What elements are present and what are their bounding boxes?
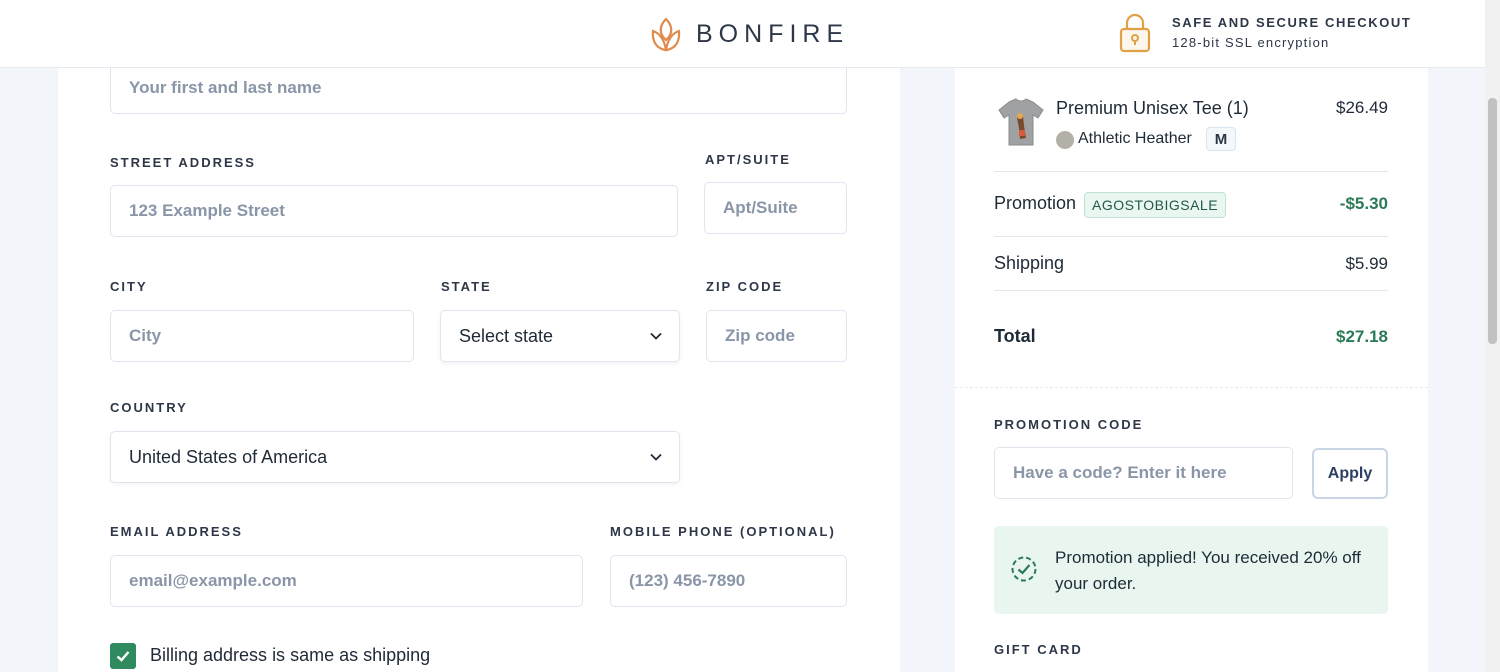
lock-icon <box>1119 13 1151 53</box>
email-input[interactable] <box>110 555 583 607</box>
city-input[interactable] <box>110 310 414 362</box>
country-select-value: United States of America <box>129 446 328 467</box>
divider <box>994 171 1388 172</box>
mobile-phone-input[interactable] <box>610 555 847 607</box>
brand-name: BONFIRE <box>696 19 850 48</box>
email-label: EMAIL ADDRESS <box>110 524 243 539</box>
full-name-input[interactable] <box>110 62 847 114</box>
secure-checkout-notice: SAFE AND SECURE CHECKOUT 128-bit SSL enc… <box>1118 12 1411 54</box>
chevron-down-icon <box>650 453 662 461</box>
size-badge: M <box>1206 127 1236 151</box>
state-select[interactable]: Select state <box>440 310 680 362</box>
state-label: STATE <box>441 279 492 294</box>
divider <box>994 236 1388 237</box>
street-address-input[interactable] <box>110 185 678 237</box>
total-label: Total <box>994 326 1036 346</box>
shipping-form: STREET ADDRESS APT/SUITE CITY STATE Sele… <box>58 60 900 672</box>
secure-checkout-title: SAFE AND SECURE CHECKOUT <box>1172 15 1412 30</box>
promotion-code-badge: AGOSTOBIGSALE <box>1084 192 1227 218</box>
shipping-label: Shipping <box>994 253 1065 273</box>
checkmark-icon <box>116 651 130 662</box>
billing-same-label[interactable]: Billing address is same as shipping <box>150 645 430 666</box>
header: BONFIRE SAFE AND SECURE CHECKOUT 128-bit… <box>0 0 1485 68</box>
apt-suite-label: APT/SUITE <box>705 152 791 167</box>
brand-logo[interactable]: BONFIRE <box>650 16 849 52</box>
promotion-code-label: PROMOTION CODE <box>994 417 1144 432</box>
promotion-applied-notice: Promotion applied! You received 20% off … <box>994 526 1388 614</box>
gift-card-label: GIFT CARD <box>994 642 1083 657</box>
country-label: COUNTRY <box>110 400 188 415</box>
apply-promo-button[interactable]: Apply <box>1312 448 1388 499</box>
check-circle-icon <box>1011 556 1037 582</box>
apt-suite-input[interactable] <box>704 182 847 234</box>
state-select-value: Select state <box>459 325 554 346</box>
chevron-down-icon <box>650 332 662 340</box>
zip-code-input[interactable] <box>706 310 847 362</box>
scrollbar-thumb[interactable] <box>1488 98 1497 344</box>
section-divider <box>955 387 1428 388</box>
order-summary: Premium Unisex Tee (1) $26.49 Athletic H… <box>955 60 1428 672</box>
mobile-phone-label: MOBILE PHONE (OPTIONAL) <box>610 524 836 539</box>
color-swatch <box>1056 131 1074 149</box>
product-name: Premium Unisex Tee (1) <box>1056 98 1249 118</box>
billing-same-checkbox[interactable] <box>110 643 136 669</box>
flame-logo-icon <box>651 17 681 52</box>
promotion-label: Promotion <box>994 193 1077 213</box>
product-price: $26.49 <box>1336 98 1388 117</box>
product-color: Athletic Heather <box>1078 130 1192 147</box>
ssl-encryption-text: 128-bit SSL encryption <box>1172 35 1330 50</box>
product-thumbnail[interactable] <box>995 96 1047 148</box>
shipping-cost: $5.99 <box>1345 254 1388 273</box>
street-address-label: STREET ADDRESS <box>110 155 256 170</box>
country-select[interactable]: United States of America <box>110 431 680 483</box>
zip-code-label: ZIP CODE <box>706 279 784 294</box>
promotion-code-input[interactable] <box>994 447 1293 499</box>
promotion-discount: -$5.30 <box>1339 194 1388 213</box>
divider <box>994 290 1388 291</box>
promotion-applied-message: Promotion applied! You received 20% off … <box>1055 548 1361 593</box>
city-label: CITY <box>110 279 148 294</box>
total-amount: $27.18 <box>1336 327 1388 346</box>
